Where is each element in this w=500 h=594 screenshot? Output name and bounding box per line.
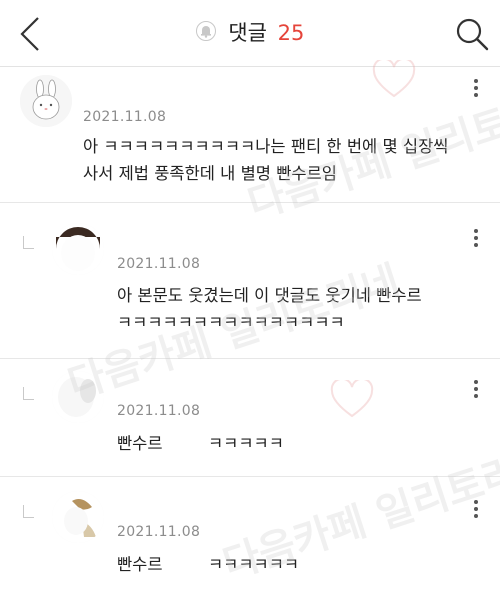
more-options-icon[interactable] bbox=[474, 500, 478, 518]
comment-text-line: ㅋㅋㅋㅋㅋㅋ bbox=[208, 555, 300, 574]
comments-header: 댓글 25 bbox=[0, 0, 500, 67]
reply-indicator-icon bbox=[23, 236, 34, 249]
search-button[interactable] bbox=[452, 14, 492, 54]
avatar[interactable] bbox=[52, 371, 104, 423]
comment-date: 2021.11.08 bbox=[117, 403, 201, 419]
comment-text-line: ㅋㅋㅋㅋㅋㅋㅋㅋㅋㅋㅋㅋㅋㅋㅋ bbox=[117, 313, 345, 332]
comment-count: 25 bbox=[277, 21, 305, 45]
avatar[interactable] bbox=[20, 75, 72, 127]
bell-icon[interactable] bbox=[195, 20, 216, 48]
search-icon bbox=[456, 18, 489, 51]
page-title: 댓글 25 bbox=[0, 20, 500, 48]
comment-item: 2021.11.08 아 ㅋㅋㅋㅋㅋㅋㅋㅋㅋㅋ나는 팬티 한 번에 몇 십장씩 … bbox=[0, 67, 500, 203]
comment-text-line: 아 본문도 웃겼는데 이 댓글도 웃기네 빤수르 bbox=[117, 286, 422, 305]
comment-text-line: 사서 제법 풍족한데 내 별명 빤수르임 bbox=[83, 164, 337, 183]
comment-text-line: 빤수르 bbox=[117, 555, 163, 574]
reply-item: 2021.11.08 아 본문도 웃겼는데 이 댓글도 웃기네 빤수르 ㅋㅋㅋㅋ… bbox=[0, 203, 500, 359]
avatar[interactable] bbox=[52, 223, 104, 275]
reply-indicator-icon bbox=[23, 505, 34, 518]
more-options-icon[interactable] bbox=[474, 229, 478, 247]
title-label: 댓글 bbox=[228, 21, 267, 45]
reply-indicator-icon bbox=[23, 387, 34, 400]
comment-text-line: ㅋㅋㅋㅋㅋ bbox=[208, 434, 284, 453]
more-options-icon[interactable] bbox=[474, 380, 478, 398]
comment-date: 2021.11.08 bbox=[117, 256, 201, 272]
more-options-icon[interactable] bbox=[474, 79, 478, 97]
comment-text-line: 빤수르 bbox=[117, 434, 163, 453]
comment-date: 2021.11.08 bbox=[83, 109, 167, 125]
reply-item: 2021.11.08 빤수르 ㅋㅋㅋㅋㅋㅋ bbox=[0, 477, 500, 594]
comment-text-line: 아 ㅋㅋㅋㅋㅋㅋㅋㅋㅋㅋ나는 팬티 한 번에 몇 십장씩 bbox=[83, 137, 449, 156]
reply-item: 2021.11.08 빤수르 ㅋㅋㅋㅋㅋ bbox=[0, 359, 500, 477]
avatar[interactable] bbox=[52, 491, 104, 543]
comment-date: 2021.11.08 bbox=[117, 524, 201, 540]
